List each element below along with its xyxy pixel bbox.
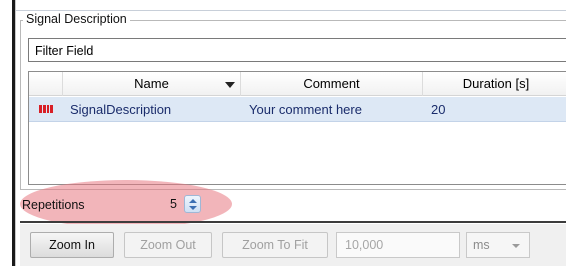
zoom-in-button[interactable]: Zoom In: [30, 232, 114, 258]
signal-icon: [39, 105, 53, 113]
unit-select-value: ms: [473, 238, 490, 252]
repetitions-value[interactable]: 5: [170, 197, 177, 211]
column-header-name[interactable]: Name: [63, 72, 241, 96]
row-comment[interactable]: Your comment here: [249, 97, 362, 122]
top-divider: [16, 10, 566, 11]
row-name[interactable]: SignalDescription: [70, 97, 171, 122]
column-header-comment[interactable]: Comment: [241, 72, 423, 96]
row-duration[interactable]: 20: [431, 97, 445, 122]
chevron-down-icon: [512, 244, 520, 248]
panel-separator: [15, 0, 16, 266]
unit-select[interactable]: ms: [466, 232, 530, 258]
filter-field[interactable]: Filter Field: [28, 38, 566, 62]
column-header-duration[interactable]: Duration [s]: [423, 72, 566, 96]
zoom-out-button[interactable]: Zoom Out: [124, 232, 212, 258]
zoom-value-input[interactable]: 10,000: [336, 232, 460, 258]
repetitions-spinner[interactable]: [184, 195, 201, 213]
column-header-name-label: Name: [134, 76, 169, 91]
grid-header: Name Comment Duration [s]: [29, 72, 566, 96]
spin-down-icon[interactable]: [189, 206, 197, 210]
signal-grid[interactable]: Name Comment Duration [s] SignalDescript…: [28, 71, 566, 185]
table-row[interactable]: SignalDescription Your comment here 20: [29, 97, 566, 122]
spin-up-icon[interactable]: [189, 199, 197, 203]
zoom-to-fit-button[interactable]: Zoom To Fit: [222, 232, 328, 258]
repetitions-label: Repetitions: [22, 198, 85, 212]
group-title: Signal Description: [23, 12, 130, 26]
row-header-cell: [29, 72, 63, 96]
sort-down-icon[interactable]: [225, 82, 235, 88]
zoom-toolbar: Zoom In Zoom Out Zoom To Fit 10,000 ms: [20, 224, 566, 266]
toolbar-divider: [20, 221, 566, 223]
